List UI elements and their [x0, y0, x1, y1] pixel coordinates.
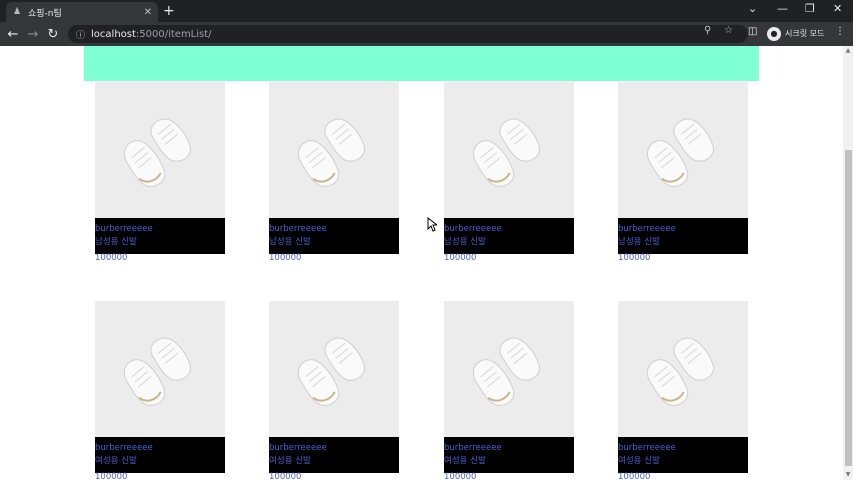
product-brand[interactable]: burberreeeee — [618, 442, 676, 454]
incognito-label: 시크릿 모드 — [785, 29, 825, 38]
product-card[interactable]: burberreeeee 남성용 신발 100000 — [95, 82, 225, 263]
scroll-up-arrow-icon[interactable]: ▲ — [843, 46, 853, 56]
product-price[interactable]: 100000 — [95, 252, 127, 264]
site-info-icon[interactable]: ⓘ — [76, 28, 85, 41]
product-brand[interactable]: burberreeeee — [95, 223, 153, 235]
product-image[interactable] — [95, 301, 225, 437]
product-image[interactable] — [444, 301, 574, 437]
back-arrow-icon[interactable]: ← — [3, 27, 23, 42]
forward-arrow-icon[interactable]: → — [23, 27, 43, 42]
product-price[interactable]: 100000 — [444, 471, 476, 480]
new-tab-button[interactable]: + — [163, 3, 175, 19]
product-image[interactable] — [269, 301, 399, 437]
product-price[interactable]: 100000 — [95, 471, 127, 480]
product-price[interactable]: 100000 — [269, 252, 301, 264]
zoom-icon[interactable]: ⚲ — [704, 25, 711, 36]
address-bar[interactable]: ⓘ localhost :5000/itemList/ — [68, 25, 748, 43]
side-panel-icon[interactable]: ◫ — [748, 26, 757, 37]
product-brand[interactable]: burberreeeee — [269, 442, 327, 454]
product-price[interactable]: 100000 — [269, 471, 301, 480]
product-name[interactable]: 남성용 신발 — [95, 236, 137, 248]
tab-title: 쇼핑-n팀 — [28, 8, 62, 19]
product-name[interactable]: 여성용 신발 — [618, 455, 660, 467]
product-card[interactable]: burberreeeee 남성용 신발 100000 — [269, 82, 399, 263]
product-image[interactable] — [444, 82, 574, 218]
browser-tab[interactable]: ♟ 쇼핑-n팀 ✕ — [6, 2, 158, 22]
restore-button[interactable]: ❐ — [805, 2, 815, 15]
product-image[interactable] — [95, 82, 225, 218]
tab-strip: ♟ 쇼핑-n팀 ✕ + ⌄ — ❐ ✕ — [0, 0, 853, 22]
menu-dots-icon[interactable]: ⋮ — [835, 26, 845, 37]
product-name[interactable]: 여성용 신발 — [269, 455, 311, 467]
product-card[interactable]: burberreeeee 여성용 신발 100000 — [95, 301, 225, 480]
product-name[interactable]: 여성용 신발 — [444, 455, 486, 467]
url-host: localhost — [91, 28, 136, 40]
product-image[interactable] — [618, 301, 748, 437]
product-brand[interactable]: burberreeeee — [444, 442, 502, 454]
product-card[interactable]: burberreeeee 남성용 신발 100000 — [444, 82, 574, 263]
product-price[interactable]: 100000 — [618, 252, 650, 264]
tab-search-icon[interactable]: ⌄ — [748, 2, 757, 15]
mouse-cursor-icon — [427, 217, 437, 232]
toolbar: ← → ↻ ⓘ localhost :5000/itemList/ ⚲ ☆ ◫ … — [0, 22, 853, 46]
product-brand[interactable]: burberreeeee — [444, 223, 502, 235]
product-card[interactable]: burberreeeee 남성용 신발 100000 — [618, 82, 748, 263]
close-window-button[interactable]: ✕ — [833, 2, 842, 15]
product-card[interactable]: burberreeeee 여성용 신발 100000 — [444, 301, 574, 480]
close-tab-icon[interactable]: ✕ — [144, 7, 152, 18]
scroll-down-arrow-icon[interactable]: ▼ — [843, 470, 853, 480]
product-name[interactable]: 남성용 신발 — [269, 236, 311, 248]
product-brand[interactable]: burberreeeee — [618, 223, 676, 235]
url-path: :5000/itemList/ — [135, 28, 212, 40]
incognito-avatar-icon: ● — [767, 26, 781, 41]
site-favicon-icon: ♟ — [12, 7, 22, 17]
product-image[interactable] — [618, 82, 748, 218]
product-card[interactable]: burberreeeee 여성용 신발 100000 — [269, 301, 399, 480]
bookmark-star-icon[interactable]: ☆ — [724, 25, 733, 36]
product-name[interactable]: 남성용 신발 — [618, 236, 660, 248]
product-image[interactable] — [269, 82, 399, 218]
product-price[interactable]: 100000 — [444, 252, 476, 264]
header-banner — [84, 46, 759, 81]
incognito-indicator[interactable]: ● 시크릿 모드 — [765, 25, 831, 42]
product-name[interactable]: 여성용 신발 — [95, 455, 137, 467]
product-brand[interactable]: burberreeeee — [269, 223, 327, 235]
product-name[interactable]: 남성용 신발 — [444, 236, 486, 248]
reload-icon[interactable]: ↻ — [43, 27, 63, 42]
page-viewport: burberreeeee 남성용 신발 100000 burberreeeee … — [0, 46, 853, 480]
product-card[interactable]: burberreeeee 여성용 신발 100000 — [618, 301, 748, 480]
minimize-button[interactable]: — — [777, 2, 788, 15]
product-price[interactable]: 100000 — [618, 471, 650, 480]
product-brand[interactable]: burberreeeee — [95, 442, 153, 454]
scrollbar-thumb[interactable] — [845, 150, 852, 466]
